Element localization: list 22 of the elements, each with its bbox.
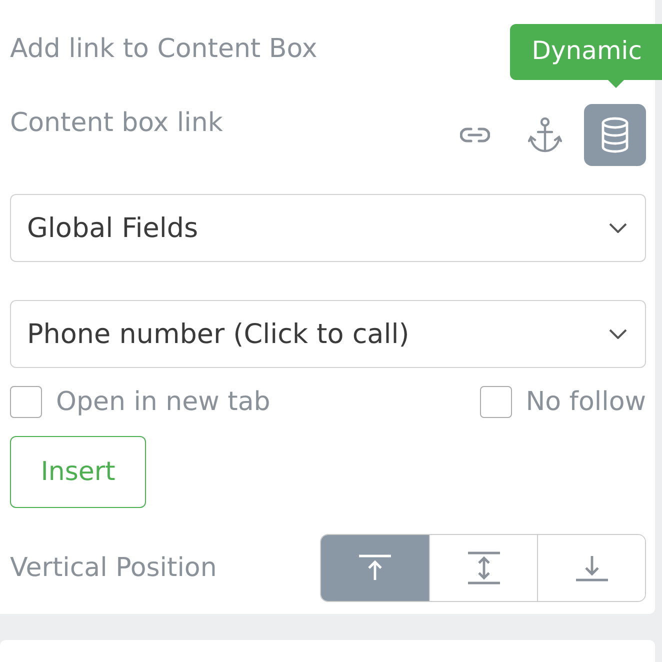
- select-dropdown[interactable]: Global Fields: [10, 194, 646, 262]
- align-top-button[interactable]: [321, 535, 429, 601]
- database-icon: [600, 117, 630, 153]
- link-icon: [460, 126, 490, 144]
- chevron-down-icon: [609, 329, 627, 339]
- tooltip: Dynamic: [510, 24, 662, 80]
- anchor-icon: [528, 117, 562, 153]
- align-top-icon: [357, 554, 393, 582]
- align-middle-icon: [466, 551, 502, 585]
- section-heading: Add link to Content Box: [10, 34, 318, 64]
- align-bottom-icon: [574, 554, 610, 582]
- field-label: Vertical Position: [10, 553, 217, 583]
- database-type-button[interactable]: [584, 104, 646, 166]
- checkbox-label: Open in new tab: [56, 387, 270, 417]
- align-bottom-button[interactable]: [537, 535, 645, 601]
- tooltip-arrow: [608, 80, 624, 88]
- checkbox[interactable]: [480, 386, 512, 418]
- chevron-down-icon: [609, 223, 627, 233]
- checkbox-label: No follow: [526, 387, 646, 417]
- select-dropdown[interactable]: Phone number (Click to call): [10, 300, 646, 368]
- field-label: Content box link: [10, 108, 223, 138]
- checkbox[interactable]: [10, 386, 42, 418]
